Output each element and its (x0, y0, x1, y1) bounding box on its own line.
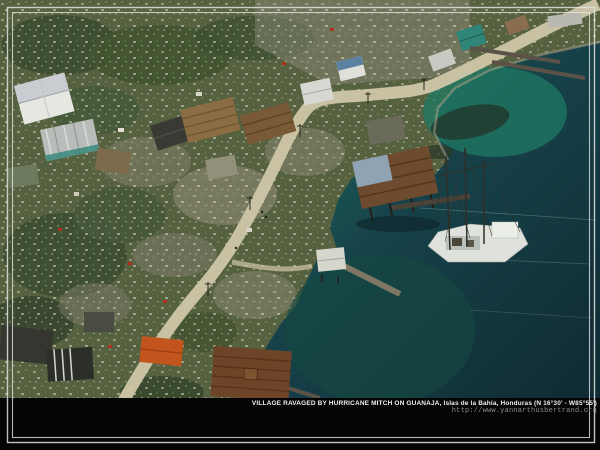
wallpaper-root: VILLAGE RAVAGED BY HURRICANE MITCH ON GU… (0, 0, 600, 450)
aerial-photo (0, 0, 600, 450)
large-brown-roof-house (211, 346, 292, 401)
photo-caption: VILLAGE RAVAGED BY HURRICANE MITCH ON GU… (252, 400, 597, 407)
photo-credit-url: http://www.yannarthusbertrand.org (452, 407, 597, 415)
orange-roof-house (139, 336, 183, 366)
